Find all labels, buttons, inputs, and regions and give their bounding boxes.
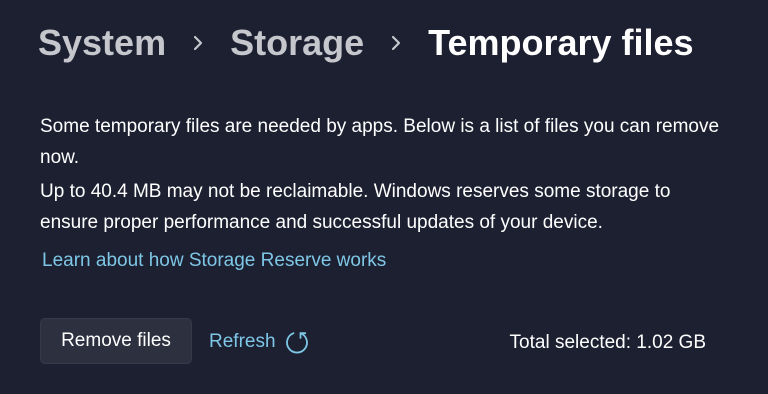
breadcrumb-system[interactable]: System bbox=[38, 18, 166, 68]
refresh-button[interactable]: Refresh bbox=[209, 324, 310, 360]
chevron-right-icon bbox=[166, 18, 230, 68]
refresh-icon bbox=[284, 329, 310, 355]
storage-reserve-link[interactable]: Learn about how Storage Reserve works bbox=[42, 246, 386, 276]
refresh-label: Refresh bbox=[209, 331, 276, 352]
chevron-right-icon bbox=[364, 18, 428, 68]
breadcrumb-storage[interactable]: Storage bbox=[230, 18, 364, 68]
total-selected: Total selected: 1.02 GB bbox=[509, 332, 706, 353]
page-title: Temporary files bbox=[428, 22, 694, 63]
remove-files-button[interactable]: Remove files bbox=[40, 318, 192, 364]
breadcrumb: System Storage Temporary files bbox=[38, 18, 694, 68]
intro-text: Some temporary files are needed by apps.… bbox=[40, 116, 720, 168]
reserve-note-text: Up to 40.4 MB may not be reclaimable. Wi… bbox=[40, 181, 671, 233]
